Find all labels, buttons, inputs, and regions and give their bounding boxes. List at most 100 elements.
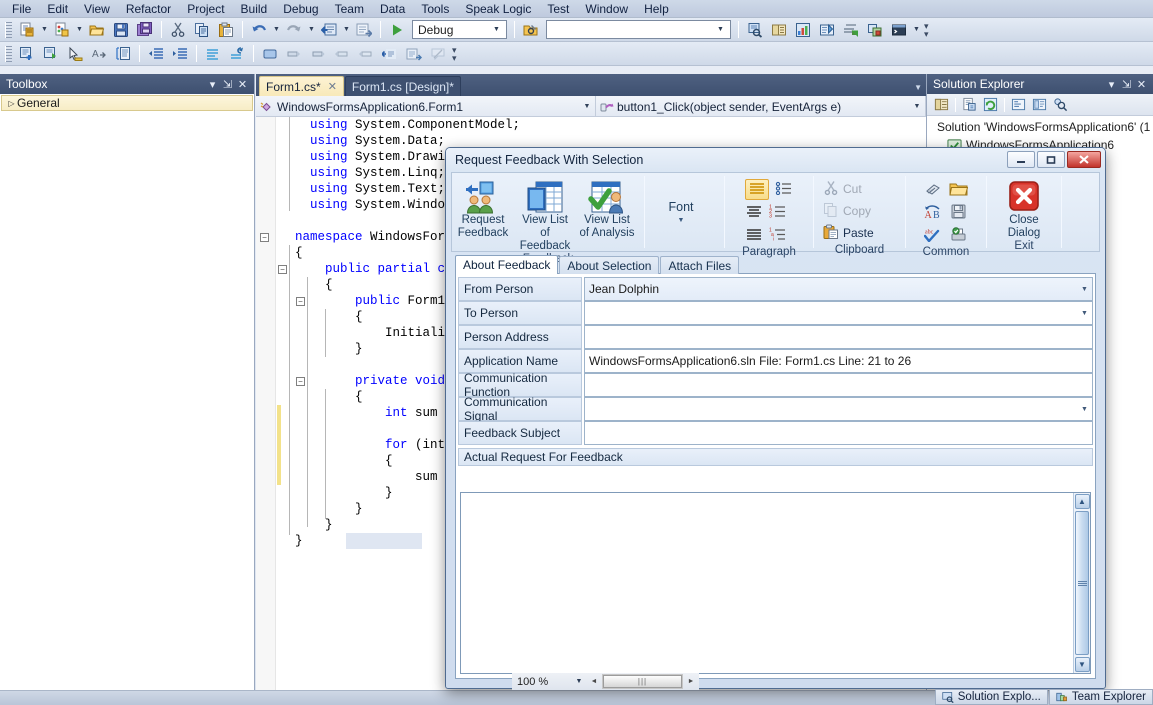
menu-item-edit[interactable]: Edit: [39, 1, 76, 17]
zoom-level-combo[interactable]: 100 %: [512, 676, 572, 688]
toolbox-group-general[interactable]: ▷ General: [1, 95, 253, 111]
solution-configuration-combo[interactable]: Debug ▼: [412, 20, 507, 39]
menu-item-help[interactable]: Help: [636, 1, 677, 17]
tab-form1-cs[interactable]: Form1.cs* ✕: [259, 76, 344, 96]
menu-item-data[interactable]: Data: [372, 1, 413, 17]
field-input[interactable]: [584, 325, 1093, 349]
eraser-icon[interactable]: [924, 181, 943, 199]
editor-gutter[interactable]: [256, 117, 276, 690]
cut-icon[interactable]: [167, 20, 189, 40]
close-button[interactable]: [1067, 151, 1101, 168]
copy-icon[interactable]: [191, 20, 213, 40]
menu-item-refactor[interactable]: Refactor: [118, 1, 179, 17]
outlining-collapse-icon[interactable]: −: [296, 377, 305, 386]
field-combo[interactable]: ▼: [584, 397, 1093, 421]
command-window-icon[interactable]: [888, 20, 910, 40]
new-item-dropdown-icon[interactable]: ▼: [74, 20, 85, 40]
open-file-icon[interactable]: [86, 20, 108, 40]
find-in-files-icon[interactable]: [520, 20, 542, 40]
step-over-icon[interactable]: [283, 44, 305, 64]
chevron-down-icon[interactable]: ▼: [909, 103, 925, 110]
toggle-breakpoint-icon[interactable]: [259, 44, 281, 64]
find-combo[interactable]: ▼: [546, 20, 731, 39]
menu-item-view[interactable]: View: [76, 1, 118, 17]
solution-explorer-icon[interactable]: [744, 20, 766, 40]
spell-check-ab-icon[interactable]: AB: [924, 204, 943, 222]
bottom-tab-team-explorer[interactable]: Team Explorer: [1048, 688, 1153, 705]
navigate-forward-icon[interactable]: [353, 20, 375, 40]
toolbar-options-icon-2[interactable]: ▾ ▾: [452, 45, 457, 62]
menu-item-team[interactable]: Team: [327, 1, 372, 17]
chevron-down-icon[interactable]: ▼: [1077, 286, 1092, 293]
chevron-down-icon[interactable]: ▼: [1077, 406, 1092, 413]
member-navigation-combo[interactable]: button1_Click(object sender, EventArgs e…: [596, 96, 926, 117]
save-icon[interactable]: [110, 20, 132, 40]
tab-attach-files[interactable]: Attach Files: [660, 256, 740, 274]
textarea-vertical-scrollbar[interactable]: ▲ ▼: [1073, 493, 1090, 673]
multilevel-list-icon[interactable]: 1ai: [769, 227, 787, 244]
paste-icon[interactable]: [215, 20, 237, 40]
textarea-input[interactable]: [461, 493, 1073, 673]
new-item-icon[interactable]: [51, 20, 73, 40]
outlining-collapse-icon[interactable]: −: [278, 265, 287, 274]
error-list-icon[interactable]: [840, 20, 862, 40]
properties-icon[interactable]: [931, 95, 952, 114]
save-icon[interactable]: [949, 204, 968, 222]
navigate-backward-dropdown-icon[interactable]: ▼: [341, 20, 352, 40]
cut-button[interactable]: Cut: [820, 178, 865, 200]
toolbar-options-icon[interactable]: ▾ ▾: [924, 21, 929, 38]
step-into-icon[interactable]: [307, 44, 329, 64]
menu-item-test[interactable]: Test: [539, 1, 577, 17]
chevron-down-icon[interactable]: ▾: [1104, 78, 1119, 91]
tab-about-selection[interactable]: About Selection: [559, 256, 660, 274]
type-navigation-combo[interactable]: WindowsFormsApplication6.Form1 ▼: [256, 96, 596, 117]
paste-button[interactable]: Paste: [820, 222, 877, 244]
vertical-scroll-thumb[interactable]: [1075, 511, 1089, 655]
start-debug-icon[interactable]: [386, 20, 408, 40]
menu-item-speak-logic[interactable]: Speak Logic: [457, 1, 539, 17]
toolbox-icon[interactable]: [816, 20, 838, 40]
actual-request-textarea[interactable]: ▲ ▼: [460, 492, 1091, 674]
menu-item-build[interactable]: Build: [233, 1, 276, 17]
toolbar-grip[interactable]: [5, 21, 12, 38]
undo-dropdown-icon[interactable]: ▼: [271, 20, 282, 40]
redo-icon[interactable]: [283, 20, 305, 40]
close-icon[interactable]: ✕: [235, 78, 250, 91]
view-list-of-analysis-button[interactable]: View List of Analysis: [576, 178, 638, 240]
show-all-files-icon[interactable]: [959, 95, 980, 114]
increase-indent-icon[interactable]: [169, 44, 191, 64]
menu-item-file[interactable]: File: [4, 1, 39, 17]
navigate-backward-icon[interactable]: [318, 20, 340, 40]
expander-triangle-icon[interactable]: ▷: [6, 99, 17, 108]
chevron-down-icon[interactable]: ▼: [579, 103, 595, 110]
save-all-icon[interactable]: [134, 20, 156, 40]
view-code-icon[interactable]: [1008, 95, 1029, 114]
outlining-collapse-icon[interactable]: −: [260, 233, 269, 242]
align-justify-icon[interactable]: [745, 227, 763, 244]
undo-icon[interactable]: [248, 20, 270, 40]
new-project-dropdown-icon[interactable]: ▼: [39, 20, 50, 40]
horizontal-scrollbar[interactable]: |||: [602, 674, 683, 689]
surround-with-icon[interactable]: [40, 44, 62, 64]
chevron-down-icon[interactable]: ▾: [205, 78, 220, 91]
open-folder-icon[interactable]: [949, 181, 969, 199]
bullet-list-icon[interactable]: [775, 181, 793, 198]
chevron-down-icon[interactable]: ▼: [1077, 310, 1092, 317]
minimize-button[interactable]: [1007, 151, 1035, 168]
field-input[interactable]: WindowsFormsApplication6.sln File: Form1…: [584, 349, 1093, 373]
decrease-indent-icon[interactable]: [145, 44, 167, 64]
step-forward-icon[interactable]: [403, 44, 425, 64]
align-center-icon[interactable]: [745, 204, 763, 221]
align-left-icon[interactable]: [745, 179, 769, 200]
new-project-icon[interactable]: [16, 20, 38, 40]
horizontal-scroll-thumb[interactable]: |||: [603, 675, 682, 688]
field-combo[interactable]: Jean Dolphin ▼: [584, 277, 1093, 301]
print-icon[interactable]: [949, 226, 968, 245]
close-icon[interactable]: ✕: [1134, 78, 1149, 91]
tab-about-feedback[interactable]: About Feedback: [455, 255, 559, 274]
scroll-down-icon[interactable]: ▼: [1074, 657, 1090, 672]
refresh-icon[interactable]: [980, 95, 1001, 114]
properties-window-icon[interactable]: [768, 20, 790, 40]
close-icon[interactable]: ✕: [328, 80, 337, 93]
font-button[interactable]: Font ▼: [645, 173, 717, 251]
